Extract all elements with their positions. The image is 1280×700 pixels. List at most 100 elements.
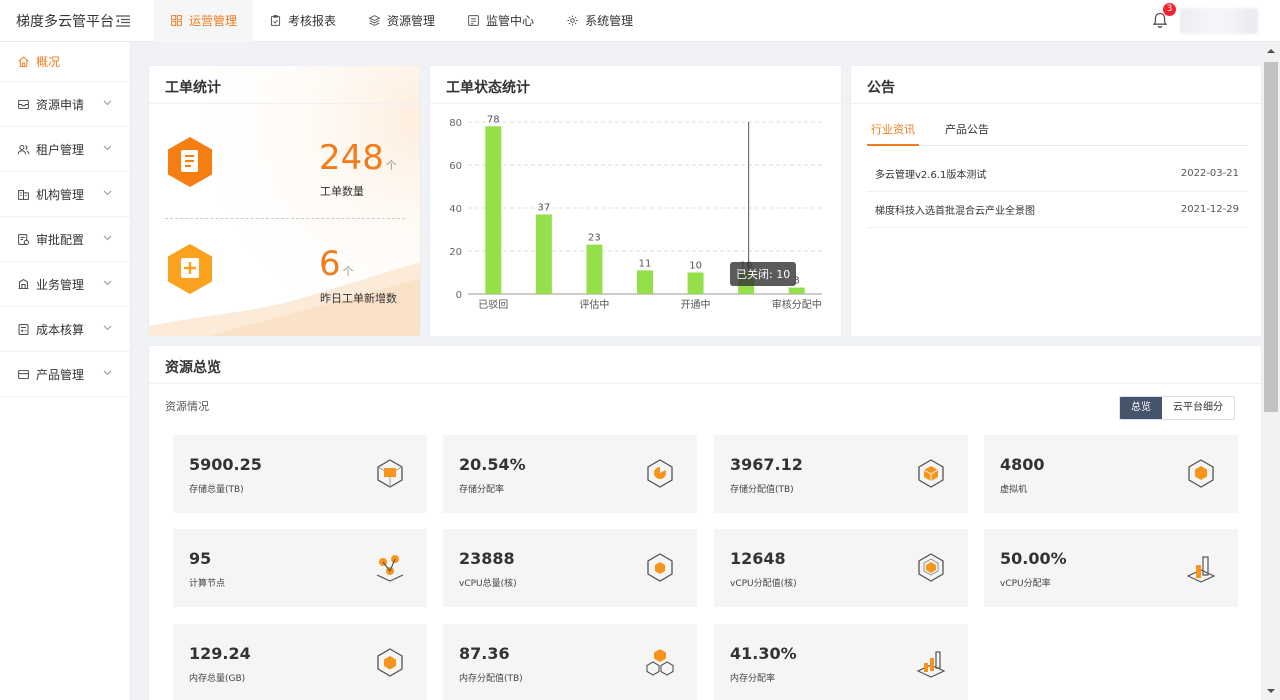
tile-label: 虚拟机 (1000, 485, 1028, 495)
tile-label: 内存总量(GB) (189, 674, 246, 684)
workorder-total-value: 248 个 (319, 138, 397, 178)
sidebar: 概况 资源申请 租户管理机构管理审批配置业务管理成本核算产品管理 (0, 42, 131, 700)
chart-tooltip: 已关闭: 10 (730, 262, 797, 286)
bar (535, 214, 552, 294)
topnav-item-0[interactable]: 运营管理 (154, 0, 254, 42)
status-chart-title: 工单状态统计 (430, 66, 841, 104)
notice-item-date: 2022-03-21 (1180, 168, 1239, 179)
document-icon (168, 137, 212, 187)
monitor-icon (468, 15, 479, 26)
business-icon (18, 278, 29, 289)
chevron-down-icon (103, 100, 112, 106)
workorder-title: 工单统计 (149, 66, 420, 104)
resource-tile[interactable]: 50.00% vCPU分配率 (984, 529, 1238, 607)
topnav-item-2[interactable]: 资源管理 (352, 0, 451, 42)
toggle-option-0[interactable]: 总览 (1120, 397, 1162, 419)
resource-overview-card: 资源总览 资源情况 总览 云平台细分 5900.25 存储总量(TB) 20.54% 存… (148, 345, 1262, 700)
tile-label: 存储分配率 (459, 485, 505, 495)
chevron-down-icon (103, 145, 112, 151)
resource-tile[interactable]: 3967.12 存储分配值(TB) (714, 435, 968, 513)
workorder-new-value: 6个 (319, 244, 354, 284)
sidebar-item-3[interactable]: 机构管理 (0, 172, 130, 217)
resource-tile[interactable]: 41.30% 内存分配率 (714, 624, 968, 700)
topnav-item-4[interactable]: 系统管理 (550, 0, 649, 42)
workorder-card: 工单统计 248 个 工单数量 6个 昨日工单新增数 (148, 65, 421, 337)
topnav-item-3[interactable]: 监管中心 (451, 0, 550, 42)
notice-list: 多云管理v2.6.1版本测试 2022-03-21 梯度科技入选首批混合云产业全景图… (867, 156, 1247, 228)
resource-tile[interactable]: 20.54% 存储分配率 (443, 435, 697, 513)
menu-collapse-icon[interactable] (112, 10, 134, 32)
tile-label: vCPU分配值(核) (730, 579, 797, 589)
resource-tile[interactable]: 129.24 内存总量(GB) (173, 624, 427, 700)
toggle-option-1[interactable]: 云平台细分 (1162, 397, 1234, 419)
sidebar-item-label: 审批配置 (36, 232, 85, 247)
sidebar-item-6[interactable]: 成本核算 (0, 307, 130, 352)
resource-tile[interactable]: 87.36 内存分配值(TB) (443, 624, 697, 700)
users-icon (17, 144, 30, 154)
pie-cube-icon (647, 459, 673, 488)
sidebar-item-label: 机构管理 (36, 187, 85, 202)
notice-tab-0[interactable]: 行业资讯 (867, 118, 919, 146)
notice-item-title: 梯度科技入选首批混合云产业全景图 (875, 206, 1035, 217)
topnav-item-1[interactable]: 考核报表 (253, 0, 352, 42)
scroll-up-icon[interactable] (1262, 42, 1280, 59)
clipboard-icon (270, 15, 281, 26)
x-tick-label: 已驳回 (478, 299, 508, 311)
resource-tile[interactable]: 5900.25 存储总量(TB) (173, 435, 427, 513)
sidebar-item-0[interactable]: 概况 (0, 42, 130, 82)
page-scrollbar[interactable] (1262, 42, 1280, 700)
notice-tabs: 行业资讯 产品公告 (867, 118, 1247, 146)
notice-row[interactable]: 多云管理v2.6.1版本测试 2022-03-21 (867, 156, 1247, 192)
data-label: 37 (537, 202, 550, 213)
bar (637, 270, 653, 294)
chevron-down-icon (103, 325, 112, 331)
resource-tile[interactable]: 23888 vCPU总量(核) (443, 529, 697, 607)
sidebar-item-1[interactable]: 资源申请 (0, 82, 130, 127)
resource-tile[interactable]: 12648 vCPU分配值(核) (714, 529, 968, 607)
app-title: 梯度多云管平台 (16, 13, 114, 30)
sidebar-item-label: 产品管理 (36, 367, 85, 382)
tile-value: 12648 (730, 549, 786, 568)
scroll-thumb[interactable] (1264, 62, 1278, 412)
nodes-icon (376, 555, 404, 582)
data-label: 78 (487, 114, 500, 125)
tile-label: 存储分配值(TB) (730, 485, 794, 495)
y-tick-label: 60 (449, 161, 462, 172)
chevron-down-icon (103, 190, 112, 196)
add-document-icon (168, 244, 212, 294)
sidebar-item-label: 业务管理 (36, 277, 85, 292)
user-avatar[interactable] (1180, 8, 1258, 34)
x-tick-label: 审核分配中 (772, 298, 822, 311)
chevron-down-icon (103, 280, 112, 286)
notice-row[interactable]: 梯度科技入选首批混合云产业全景图 2021-12-29 (867, 192, 1247, 228)
top-nav: 运营管理 考核报表 资源管理 监管中心 系统管理 (154, 0, 649, 42)
notice-tab-1[interactable]: 产品公告 (941, 118, 993, 146)
resource-tile[interactable]: 4800 虚拟机 (984, 435, 1238, 513)
tile-value: 20.54% (459, 455, 526, 474)
tile-label: vCPU分配率 (1000, 579, 1051, 589)
tile-label: 计算节点 (189, 579, 226, 589)
scroll-down-icon[interactable] (1262, 683, 1280, 700)
building-icon (18, 189, 29, 200)
resource-view-toggle: 总览 云平台细分 (1119, 396, 1235, 420)
tile-label: 内存分配率 (730, 674, 776, 684)
tile-label: 存储总量(TB) (189, 485, 244, 495)
resource-tile[interactable]: 95 计算节点 (173, 529, 427, 607)
storage-icon (377, 459, 403, 488)
bar (586, 244, 603, 294)
notice-card: 公告 行业资讯 产品公告 多云管理v2.6.1版本测试 2022-03-21 梯度科技… (850, 65, 1262, 337)
sidebar-item-5[interactable]: 业务管理 (0, 262, 130, 307)
sidebar-item-2[interactable]: 租户管理 (0, 127, 130, 172)
bell-icon[interactable]: 3 (1152, 3, 1176, 30)
data-label: 11 (639, 258, 652, 269)
workorder-new-label: 昨日工单新增数 (320, 292, 397, 305)
sidebar-item-7[interactable]: 产品管理 (0, 352, 130, 397)
inbox-icon (18, 99, 29, 109)
y-tick-label: 80 (449, 118, 462, 129)
topnav-label: 资源管理 (387, 14, 436, 28)
tile-label: vCPU总量(核) (459, 579, 517, 589)
sidebar-item-4[interactable]: 审批配置 (0, 217, 130, 262)
bar-cube-icon (1186, 556, 1216, 583)
vm-icon (1188, 459, 1214, 488)
notice-title: 公告 (851, 66, 1261, 104)
